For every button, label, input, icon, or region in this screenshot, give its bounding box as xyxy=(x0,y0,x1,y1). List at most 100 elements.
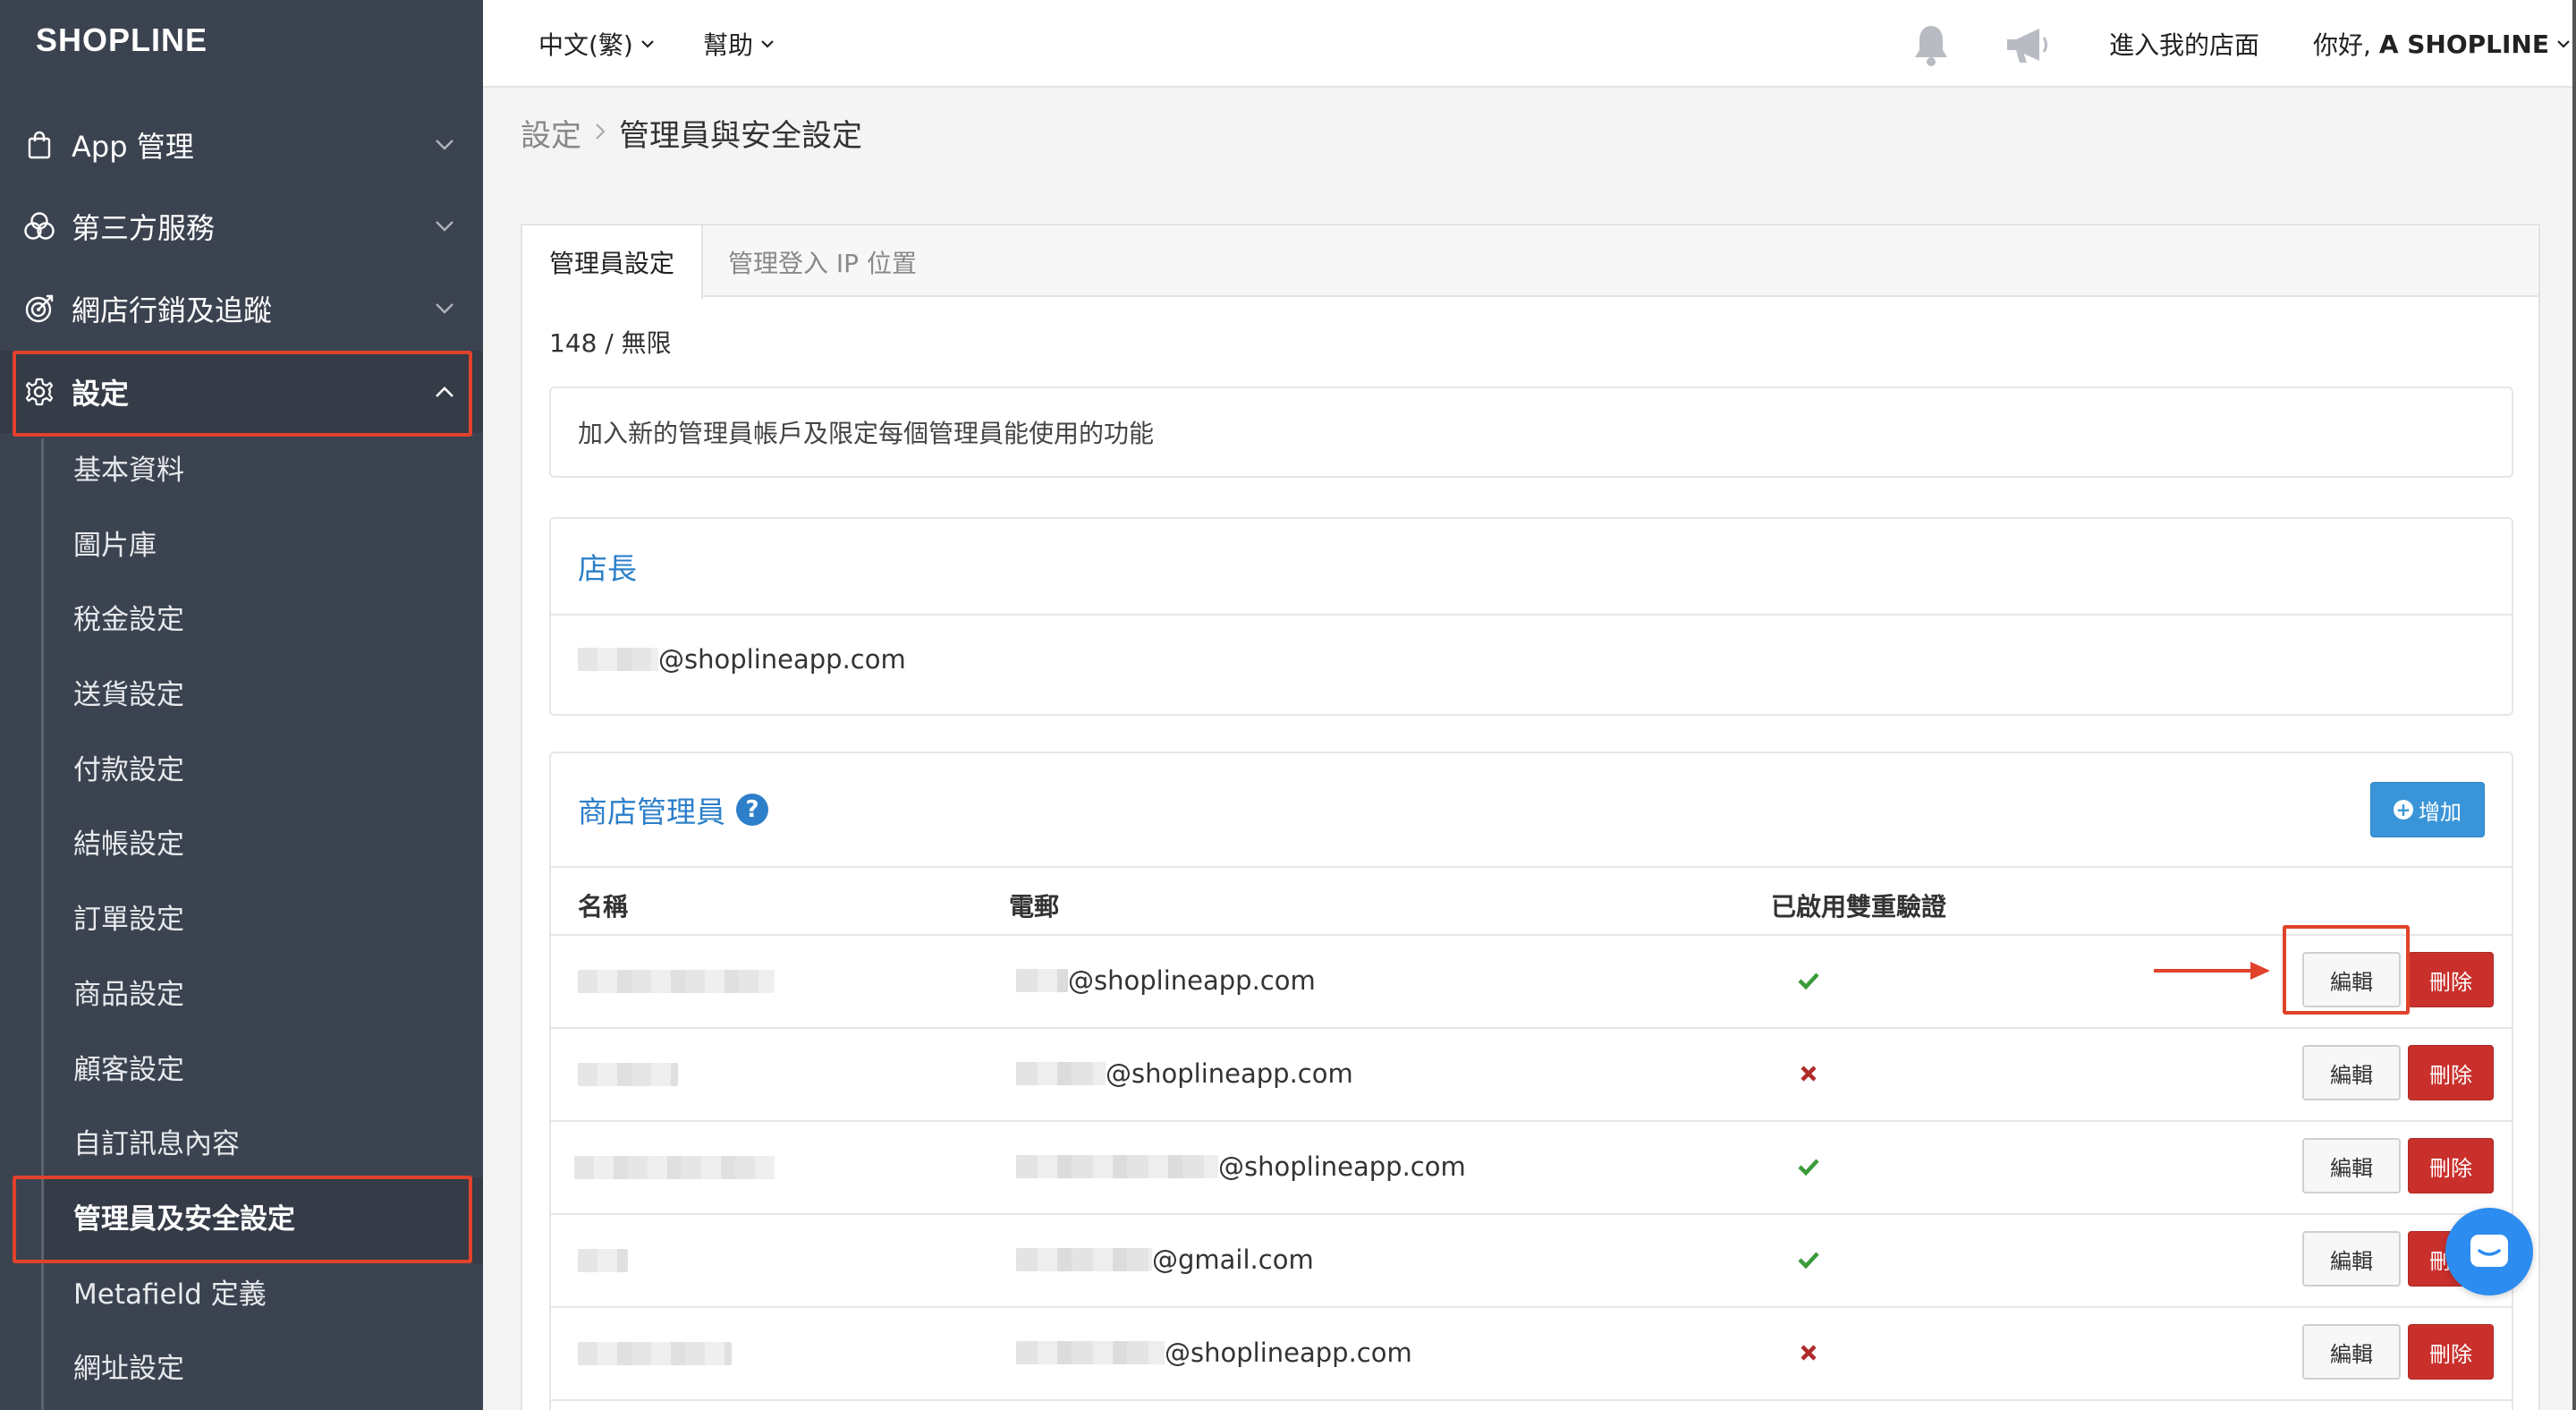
shopline-logo[interactable]: SHOPLINE xyxy=(36,21,208,59)
email-cell: @shoplineapp.com xyxy=(1016,1029,1353,1118)
email-domain: @gmail.com xyxy=(1152,1244,1314,1275)
greeting-label: 你好, xyxy=(2313,30,2379,60)
redacted-name xyxy=(578,1342,732,1365)
arrow-right-icon xyxy=(2154,962,2270,980)
tab-admin-settings[interactable]: 管理員設定 xyxy=(522,225,704,299)
sidebar-subitem-basic-info[interactable]: 基本資料 xyxy=(73,444,184,497)
delete-button[interactable]: 刪除 xyxy=(2408,952,2494,1007)
owner-email: @shoplineapp.com xyxy=(658,644,906,675)
sidebar-subitem-admin-security[interactable]: 管理員及安全設定 xyxy=(73,1193,295,1246)
email-cell: @shoplineapp.com xyxy=(1016,1308,1412,1397)
edit-button[interactable]: 編輯 xyxy=(2302,952,2401,1007)
sidebar-item-app-management[interactable]: App 管理 xyxy=(0,104,483,186)
chevron-right-icon xyxy=(594,117,606,149)
redacted-text xyxy=(1016,1248,1152,1271)
sidebar-item-label: App 管理 xyxy=(72,130,194,164)
description-box: 加入新的管理員帳戶及限定每個管理員能使用的功能 xyxy=(549,386,2513,478)
admins-title: 商店管理員 xyxy=(578,794,725,829)
main-panel: 管理員設定 管理登入 IP 位置 148 / 無限 加入新的管理員帳戶及限定每個… xyxy=(521,224,2540,1410)
owner-email-row: @shoplineapp.com xyxy=(578,644,906,675)
tab-login-ip[interactable]: 管理登入 IP 位置 xyxy=(701,225,944,299)
sidebar-subitem-orders[interactable]: 訂單設定 xyxy=(73,893,184,947)
submenu-divider xyxy=(41,438,44,1410)
email-domain: @shoplineapp.com xyxy=(1218,1151,1466,1182)
sidebar-subitem-customers[interactable]: 顧客設定 xyxy=(73,1043,184,1097)
store-admins-section: 商店管理員 ? + 增加 名稱 電郵 已啟用雙重驗證 @shoplineapp.… xyxy=(549,752,2513,1410)
language-label: 中文(繁) xyxy=(538,30,633,60)
bell-icon[interactable] xyxy=(1907,21,1955,70)
tab-bar: 管理員設定 管理登入 IP 位置 xyxy=(522,225,2538,299)
sidebar-item-settings[interactable]: 設定 xyxy=(0,351,483,433)
admin-count: 148 / 無限 xyxy=(549,328,672,358)
redacted-text xyxy=(1016,1155,1218,1178)
circles-icon xyxy=(23,210,55,242)
add-admin-button[interactable]: + 增加 xyxy=(2370,782,2485,837)
help-label: 幫助 xyxy=(703,30,754,60)
chevron-down-icon xyxy=(431,295,458,322)
email-domain: @shoplineapp.com xyxy=(1106,1058,1353,1089)
sidebar-item-third-party[interactable]: 第三方服務 xyxy=(0,185,483,268)
redacted-text xyxy=(1016,1341,1165,1364)
user-name: A SHOPLINE xyxy=(2378,29,2549,59)
chevron-down-icon xyxy=(2556,39,2571,48)
sidebar-subitem-checkout[interactable]: 結帳設定 xyxy=(73,818,184,871)
checkmark-icon xyxy=(1792,964,1825,997)
sidebar-subitem-media-library[interactable]: 圖片庫 xyxy=(73,519,157,573)
sidebar-item-marketing[interactable]: 網店行銷及追蹤 xyxy=(0,268,483,350)
delete-button[interactable]: 刪除 xyxy=(2408,1324,2494,1380)
edit-button[interactable]: 編輯 xyxy=(2302,1045,2401,1100)
visit-store-link[interactable]: 進入我的店面 xyxy=(2109,0,2259,88)
chevron-down-icon xyxy=(431,213,458,240)
delete-button[interactable]: 刪除 xyxy=(2408,1045,2494,1100)
sidebar-subitem-payment[interactable]: 付款設定 xyxy=(73,743,184,797)
chevron-down-icon xyxy=(760,39,775,48)
sidebar: SHOPLINE App 管理 第三方服務 網店行銷及追蹤 設定 基本資料 圖片… xyxy=(0,0,483,1410)
description-text: 加入新的管理員帳戶及限定每個管理員能使用的功能 xyxy=(578,419,1155,448)
column-email: 電郵 xyxy=(1009,892,1060,922)
table-row: @shoplineapp.com 編輯 刪除 xyxy=(551,1122,2512,1215)
owner-section: 店長 @shoplineapp.com xyxy=(549,517,2513,716)
sidebar-subitem-custom-messages[interactable]: 自訂訊息內容 xyxy=(73,1117,240,1171)
gear-icon xyxy=(23,376,55,408)
table-row: @shoplineapp.com 編輯 刪除 xyxy=(551,1308,2512,1401)
sidebar-subitem-metafield[interactable]: Metafield 定義 xyxy=(73,1268,267,1321)
chevron-down-icon xyxy=(431,132,458,158)
plus-circle-icon: + xyxy=(2394,800,2413,820)
edit-button[interactable]: 編輯 xyxy=(2302,1138,2401,1193)
user-menu-dropdown[interactable]: 你好, A SHOPLINE xyxy=(2313,0,2571,88)
delete-button[interactable]: 刪除 xyxy=(2408,1138,2494,1193)
email-cell: @gmail.com xyxy=(1016,1215,1314,1304)
table-header: 名稱 電郵 已啟用雙重驗證 xyxy=(551,866,2512,936)
redacted-text xyxy=(1016,1062,1106,1085)
sidebar-subitem-url[interactable]: 網址設定 xyxy=(73,1342,184,1396)
column-name: 名稱 xyxy=(578,892,629,922)
sidebar-subitem-tax[interactable]: 稅金設定 xyxy=(73,593,184,647)
email-cell: @shoplineapp.com xyxy=(1016,936,1316,1025)
sidebar-subitem-delivery[interactable]: 送貨設定 xyxy=(73,668,184,722)
email-domain: @shoplineapp.com xyxy=(1165,1338,1412,1368)
top-bar: 中文(繁) 幫助 進入我的店面 你好, A SHOPLINE xyxy=(483,0,2576,88)
sidebar-subitem-products[interactable]: 商品設定 xyxy=(73,968,184,1022)
breadcrumb-settings-link[interactable]: 設定 xyxy=(521,111,581,155)
owner-title: 店長 xyxy=(551,519,2512,616)
window-border xyxy=(2572,0,2576,1410)
shopping-bag-icon xyxy=(23,129,55,161)
sidebar-item-label: 第三方服務 xyxy=(72,211,216,245)
redacted-text xyxy=(1016,969,1068,992)
sidebar-item-label: 網店行銷及追蹤 xyxy=(72,293,273,327)
edit-button[interactable]: 編輯 xyxy=(2302,1231,2401,1287)
help-dropdown[interactable]: 幫助 xyxy=(703,0,775,88)
add-button-label: 增加 xyxy=(2419,799,2462,825)
redacted-name xyxy=(574,1156,775,1179)
redacted-name xyxy=(578,1063,678,1086)
chat-support-icon[interactable] xyxy=(2445,1208,2533,1295)
sidebar-item-label: 設定 xyxy=(72,377,130,411)
cross-icon xyxy=(1792,1337,1825,1369)
language-dropdown[interactable]: 中文(繁) xyxy=(538,0,655,88)
target-icon xyxy=(23,293,55,325)
checkmark-icon xyxy=(1792,1151,1825,1183)
megaphone-icon[interactable] xyxy=(2004,21,2052,70)
cross-icon xyxy=(1792,1058,1825,1090)
edit-button[interactable]: 編輯 xyxy=(2302,1324,2401,1380)
help-icon[interactable]: ? xyxy=(736,794,768,826)
